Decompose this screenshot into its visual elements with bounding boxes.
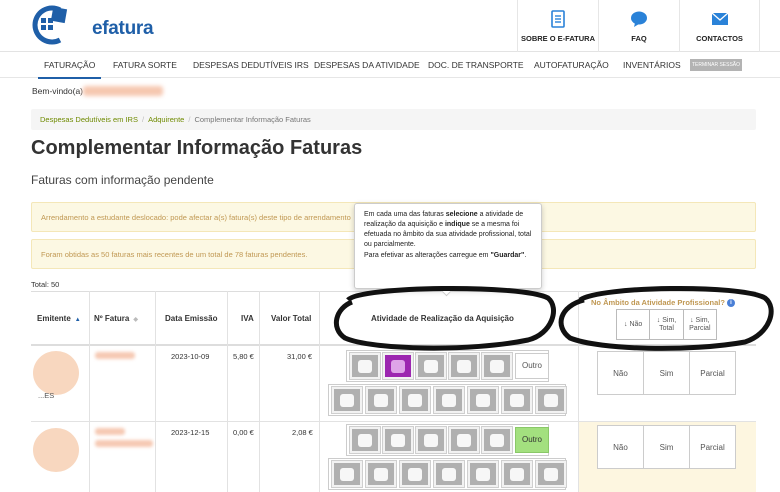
column-header-iva[interactable]: IVA [241,292,254,345]
user-name-redacted [83,86,163,96]
welcome-text: Bem-vindo(a) [32,86,84,96]
ambito-header-nao[interactable]: ↓ Não [617,310,651,339]
header-link-label: CONTACTOS [696,33,743,43]
nav-item-faturacao[interactable]: FATURAÇÃO [37,53,102,79]
header-link-contactos[interactable]: CONTACTOS [679,0,760,52]
care-activity-icon[interactable] [481,426,513,454]
nav-item-despesas-dedutiveis[interactable]: DESPESAS DEDUTÍVEIS IRS [193,53,309,78]
info-icon: i [727,299,735,308]
hairdresser-activity-icon[interactable] [433,386,465,414]
education-activity-icon[interactable] [415,426,447,454]
page-title: Complementar Informação Faturas [31,137,363,159]
housing-activity-icon[interactable] [448,352,480,380]
ambito-sim-button[interactable]: Sim [644,352,690,394]
car-repair-activity-icon[interactable] [331,386,363,414]
transport-activity-icon[interactable] [501,460,533,488]
help-tooltip: Em cada uma das faturas selecione a ativ… [354,203,542,289]
transport-activity-icon[interactable] [501,386,533,414]
efatura-logo-icon [32,5,68,45]
activity-icon[interactable] [382,426,414,454]
ambito-parcial-button[interactable]: Parcial [690,426,735,468]
fatura-number-redacted [95,440,153,447]
data-emissao: 2023-12-15 [171,428,210,437]
hairdresser-activity-icon[interactable] [433,460,465,488]
nav-item-inventarios[interactable]: INVENTÁRIOS [623,53,681,78]
nav-item-fatura-sorte[interactable]: FATURA SORTE [113,53,177,78]
health-activity-icon[interactable] [349,426,381,454]
accommodation-activity-icon[interactable] [365,386,397,414]
ambito-options: Não Sim Parcial [597,425,736,469]
nav-item-autofaturacao[interactable]: AUTOFATURAÇÃO [534,53,609,78]
valor-total: 2,08 € [292,428,313,437]
column-header-atividade: Atividade de Realização da Aquisição [371,314,514,323]
column-header-n-fatura[interactable]: Nº Fatura ◆ [94,292,138,345]
fatura-number-redacted [95,352,135,359]
ambito-options: Não Sim Parcial [597,351,736,395]
housing-activity-icon[interactable] [448,426,480,454]
education-activity-icon[interactable] [415,352,447,380]
accommodation-activity-icon[interactable] [365,460,397,488]
column-header-valor[interactable]: Valor Total [271,292,311,345]
vet-activity-icon[interactable] [467,460,499,488]
ambito-header-sim-parcial[interactable]: ↓ Sim, Parcial [684,310,716,339]
page-subtitle: Faturas com informação pendente [31,173,214,187]
breadcrumb-link[interactable]: Adquirente [148,115,184,124]
logo-text: efatura [92,18,154,39]
data-emissao: 2023-10-09 [171,352,210,361]
outro-button[interactable]: Outro [515,353,549,379]
column-header-data[interactable]: Data Emissão [165,292,217,345]
ambito-parcial-button[interactable]: Parcial [690,352,735,394]
emitente-suffix: ...ES [38,391,55,400]
fatura-number-redacted [95,428,125,435]
vet-activity-icon[interactable] [467,386,499,414]
emitente-redacted [33,428,79,472]
outro-button[interactable]: Outro [515,427,549,453]
restaurant-activity-icon[interactable] [399,460,431,488]
nav-item-despesas-atividade[interactable]: DESPESAS DA ATIVIDADE [314,53,420,78]
main-nav: FATURAÇÃO FATURA SORTE DESPESAS DEDUTÍVE… [0,53,780,79]
header-link-sobre[interactable]: SOBRE O E-FATURA [517,0,598,52]
speech-bubble-icon [631,11,647,27]
ambito-header-sim-total[interactable]: ↓ Sim, Total [650,310,684,339]
logout-button[interactable]: TERMINAR SESSÃO [690,59,742,71]
document-icon [551,9,565,28]
efatura-logo[interactable]: efatura [30,4,154,46]
total-count: Total: 50 [31,280,60,289]
newspaper-activity-icon[interactable] [535,386,567,414]
header-link-label: FAQ [631,33,647,43]
ambito-nao-button[interactable]: Não [598,426,644,468]
breadcrumb-current: Complementar Informação Faturas [194,115,311,124]
care-activity-icon[interactable] [481,352,513,380]
iva-value: 5,80 € [233,352,254,361]
column-header-emitente[interactable]: Emitente ▲ [37,292,81,345]
header-link-faq[interactable]: FAQ [598,0,679,52]
envelope-icon [711,12,728,25]
top-header: efatura SOBRE O E-FATURA FAQ CONTACTOS [0,0,780,52]
valor-total: 31,00 € [287,352,313,361]
breadcrumb-link[interactable]: Despesas Dedutíveis em IRS [40,115,138,124]
restaurant-activity-icon[interactable] [399,386,431,414]
header-link-label: SOBRE O E-FATURA [520,33,596,43]
nav-item-doc-transporte[interactable]: DOC. DE TRANSPORTE [428,53,524,78]
emitente-redacted [33,351,79,395]
breadcrumb: Despesas Dedutíveis em IRS / Adquirente / Co… [31,109,756,130]
car-repair-activity-icon[interactable] [331,460,363,488]
health-activity-icon[interactable] [349,352,381,380]
ambito-nao-button[interactable]: Não [598,352,644,394]
activity-selected-icon[interactable] [382,352,414,380]
iva-value: 0,00 € [233,428,254,437]
ambito-sim-button[interactable]: Sim [644,426,690,468]
newspaper-activity-icon[interactable] [535,460,567,488]
ambito-header-options: ↓ Não ↓ Sim, Total ↓ Sim, Parcial [616,309,717,340]
